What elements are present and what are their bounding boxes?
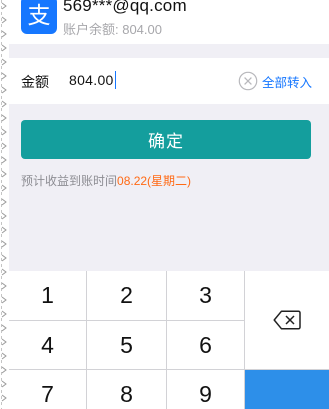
- edge-chevron-icon: [1, 128, 7, 136]
- amount-label: 金额: [21, 74, 49, 90]
- confirm-button[interactable]: 确定: [21, 120, 311, 159]
- edge-chevron-icon: [1, 184, 7, 192]
- edge-chevron-icon: [1, 394, 7, 402]
- delete-key[interactable]: [245, 271, 329, 369]
- arrival-date: 08.22(星期二): [117, 174, 192, 188]
- account-balance: 账户余额: 804.00: [63, 22, 162, 37]
- account-email: 569***@qq.com: [63, 0, 187, 15]
- edge-chevron-icon: [1, 170, 7, 178]
- edge-chevron-icon: [1, 100, 7, 108]
- edge-chevron-icon: [1, 324, 7, 332]
- alipay-logo-glyph: 支: [28, 3, 51, 29]
- edge-chevron-icon: [1, 198, 7, 206]
- key-2[interactable]: 2: [87, 271, 166, 320]
- amount-input[interactable]: 804.00: [69, 70, 117, 90]
- key-8[interactable]: 8: [87, 370, 166, 409]
- arrival-time-info: 预计收益到账时间08.22(星期二): [21, 172, 191, 189]
- alipay-logo-icon: 支: [21, 0, 57, 34]
- numeric-keypad: 1 2 3 4 5 6 7 8 9: [9, 271, 329, 409]
- edge-chevron-icon: [1, 226, 7, 234]
- edge-chevron-icon: [1, 240, 7, 248]
- edge-chevron-icon: [1, 352, 7, 360]
- edge-chevron-icon: [1, 380, 7, 388]
- edge-chevron-icon: [1, 114, 7, 122]
- arrival-time-label: 预计收益到账时间: [21, 174, 118, 188]
- key-3[interactable]: 3: [167, 271, 244, 320]
- edge-chevron-icon: [1, 58, 7, 66]
- edge-chevron-icon: [1, 366, 7, 374]
- keypad-confirm-key[interactable]: [245, 370, 329, 409]
- edge-chevron-icon: [1, 310, 7, 318]
- transfer-in-screen: 支 569***@qq.com 账户余额: 804.00 金额 804.00 全…: [0, 0, 329, 409]
- edge-chevron-icon: [1, 254, 7, 262]
- key-9[interactable]: 9: [167, 370, 244, 409]
- amount-value: 804.00: [69, 72, 114, 88]
- account-header: 支 569***@qq.com 账户余额: 804.00: [9, 0, 329, 44]
- text-caret: [114, 71, 117, 89]
- key-7[interactable]: 7: [9, 370, 86, 409]
- key-5[interactable]: 5: [87, 321, 166, 369]
- edge-chevron-icon: [1, 16, 7, 24]
- edge-chevron-icon: [1, 282, 7, 290]
- edge-chevron-icon: [1, 2, 7, 10]
- amount-row: 金额 804.00 全部转入: [9, 58, 329, 104]
- left-edge-arrows: [0, 0, 9, 409]
- edge-chevron-icon: [1, 268, 7, 276]
- key-6[interactable]: 6: [167, 321, 244, 369]
- edge-chevron-icon: [1, 212, 7, 220]
- edge-chevron-icon: [1, 86, 7, 94]
- edge-chevron-icon: [1, 72, 7, 80]
- transfer-all-link[interactable]: 全部转入: [262, 72, 312, 91]
- edge-chevron-icon: [1, 338, 7, 346]
- clear-circle-icon[interactable]: [238, 71, 258, 91]
- backspace-icon: [273, 310, 301, 330]
- edge-chevron-icon: [1, 44, 7, 52]
- edge-chevron-icon: [1, 30, 7, 38]
- key-1[interactable]: 1: [9, 271, 86, 320]
- key-4[interactable]: 4: [9, 321, 86, 369]
- edge-chevron-icon: [1, 142, 7, 150]
- edge-chevron-icon: [1, 156, 7, 164]
- edge-chevron-icon: [1, 296, 7, 304]
